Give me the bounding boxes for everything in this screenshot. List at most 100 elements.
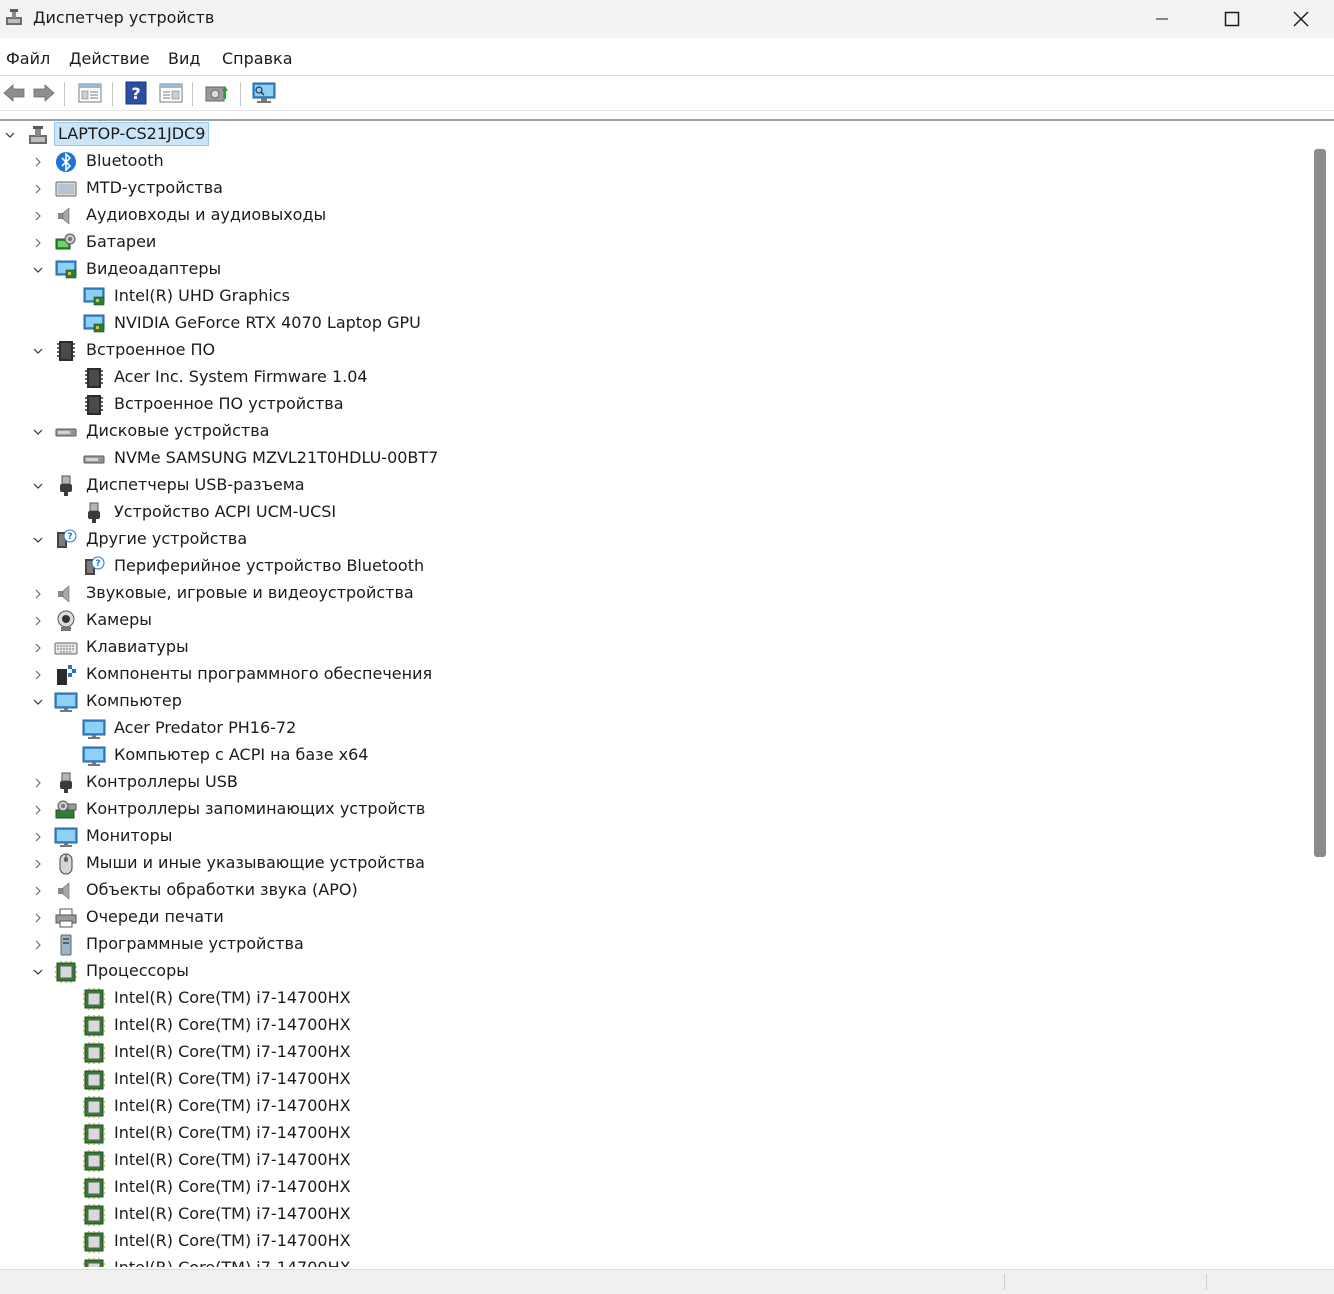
tree-category[interactable]: Камеры — [0, 607, 1300, 634]
help-button[interactable]: ? — [122, 80, 150, 106]
chevron-right-icon[interactable] — [31, 614, 45, 628]
mouse-icon — [59, 853, 73, 875]
help-icon: ? — [125, 81, 147, 105]
tree-category[interactable]: ? Другие устройства — [0, 526, 1300, 553]
chevron-right-icon[interactable] — [31, 236, 45, 250]
tree-category[interactable]: Аудиовходы и аудиовыходы — [0, 202, 1300, 229]
firmware-icon — [85, 395, 103, 415]
tree-device[interactable]: Intel(R) UHD Graphics — [0, 283, 1300, 310]
tree-device[interactable]: ? Периферийное устройство Bluetooth — [0, 553, 1300, 580]
tree-device[interactable]: Intel(R) Core(TM) i7-14700HX — [0, 1228, 1300, 1255]
chevron-right-icon[interactable] — [31, 803, 45, 817]
forward-button[interactable] — [30, 80, 58, 106]
properties-button[interactable] — [76, 80, 104, 106]
tree-category[interactable]: Компьютер — [0, 688, 1300, 715]
tree-category[interactable]: Объекты обработки звука (APO) — [0, 877, 1300, 904]
chevron-right-icon[interactable] — [31, 641, 45, 655]
tree-device[interactable]: Acer Predator PH16-72 — [0, 715, 1300, 742]
tree-device[interactable]: Intel(R) Core(TM) i7-14700HX — [0, 1147, 1300, 1174]
tree-category[interactable]: MTD-устройства — [0, 175, 1300, 202]
tree-item-label: Камеры — [86, 610, 152, 629]
tree-category[interactable]: Программные устройства — [0, 931, 1300, 958]
tree-category[interactable]: Видеоадаптеры — [0, 256, 1300, 283]
tree-item-label: Клавиатуры — [86, 637, 189, 656]
chevron-down-icon[interactable] — [31, 344, 45, 358]
svg-text:?: ? — [67, 532, 72, 542]
tree-device[interactable]: Intel(R) Core(TM) i7-14700HX — [0, 1120, 1300, 1147]
chevron-right-icon[interactable] — [31, 830, 45, 844]
tree-device[interactable]: Intel(R) Core(TM) i7-14700HX — [0, 1012, 1300, 1039]
tree-category[interactable]: Компоненты программного обеспечения — [0, 661, 1300, 688]
chevron-right-icon[interactable] — [31, 209, 45, 223]
tree-device[interactable]: Intel(R) Core(TM) i7-14700HX — [0, 1039, 1300, 1066]
chevron-down-icon[interactable] — [31, 695, 45, 709]
tree-device[interactable]: Компьютер с ACPI на базе x64 — [0, 742, 1300, 769]
chevron-right-icon[interactable] — [31, 938, 45, 952]
tree-category[interactable]: Контроллеры USB — [0, 769, 1300, 796]
maximize-button[interactable] — [1197, 0, 1267, 38]
tree-category[interactable]: Мыши и иные указывающие устройства — [0, 850, 1300, 877]
tree-device[interactable]: Intel(R) Core(TM) i7-14700HX — [0, 1255, 1300, 1267]
view-button[interactable] — [157, 80, 185, 106]
display-adapter-icon — [83, 314, 105, 333]
scrollbar-thumb[interactable] — [1314, 149, 1326, 857]
chevron-right-icon[interactable] — [31, 911, 45, 925]
status-separator — [1206, 1274, 1207, 1290]
menu-view[interactable]: Вид — [168, 49, 200, 68]
tree-category[interactable]: Диспетчеры USB-разъема — [0, 472, 1300, 499]
tree-category[interactable]: Встроенное ПО — [0, 337, 1300, 364]
chevron-right-icon[interactable] — [31, 776, 45, 790]
cpu-icon — [83, 1177, 105, 1199]
menu-file[interactable]: Файл — [6, 49, 50, 68]
tree-item-label: Периферийное устройство Bluetooth — [114, 556, 425, 575]
chevron-right-icon[interactable] — [31, 668, 45, 682]
chevron-down-icon[interactable] — [3, 128, 17, 142]
tree-item-label: Acer Inc. System Firmware 1.04 — [114, 367, 368, 386]
tree-item-label: Очереди печати — [86, 907, 224, 926]
chevron-down-icon[interactable] — [31, 263, 45, 277]
minimize-button[interactable] — [1127, 0, 1197, 38]
chevron-right-icon[interactable] — [31, 884, 45, 898]
tree-category[interactable]: Дисковые устройства — [0, 418, 1300, 445]
tree-category[interactable]: Батареи — [0, 229, 1300, 256]
chevron-right-icon[interactable] — [31, 155, 45, 169]
tree-device[interactable]: Устройство ACPI UCM-UCSI — [0, 499, 1300, 526]
tree-device[interactable]: Acer Inc. System Firmware 1.04 — [0, 364, 1300, 391]
tree-category[interactable]: Контроллеры запоминающих устройств — [0, 796, 1300, 823]
close-button[interactable] — [1267, 0, 1334, 38]
tree-category[interactable]: Мониторы — [0, 823, 1300, 850]
back-button[interactable] — [0, 80, 28, 106]
tree-device[interactable]: Встроенное ПО устройства — [0, 391, 1300, 418]
tree-category[interactable]: Процессоры — [0, 958, 1300, 985]
tree-device[interactable]: NVIDIA GeForce RTX 4070 Laptop GPU — [0, 310, 1300, 337]
scan-hardware-button[interactable] — [250, 80, 278, 106]
properties-icon — [78, 83, 102, 103]
toolbar-separator — [240, 82, 241, 106]
tree-item-label: Программные устройства — [86, 934, 304, 953]
chevron-right-icon[interactable] — [31, 857, 45, 871]
menu-action[interactable]: Действие — [69, 49, 150, 68]
tree-category[interactable]: Очереди печати — [0, 904, 1300, 931]
chevron-down-icon[interactable] — [31, 533, 45, 547]
tree-device[interactable]: NVMe SAMSUNG MZVL21T0HDLU-00BT7 — [0, 445, 1300, 472]
chevron-down-icon[interactable] — [31, 965, 45, 979]
chevron-right-icon[interactable] — [31, 587, 45, 601]
chevron-down-icon[interactable] — [31, 425, 45, 439]
chevron-right-icon[interactable] — [31, 182, 45, 196]
tree-item-label: Intel(R) Core(TM) i7-14700HX — [114, 988, 351, 1007]
menu-help[interactable]: Справка — [222, 49, 293, 68]
tree-device[interactable]: Intel(R) Core(TM) i7-14700HX — [0, 1066, 1300, 1093]
tree-category[interactable]: Bluetooth — [0, 148, 1300, 175]
tree-device[interactable]: Intel(R) Core(TM) i7-14700HX — [0, 1201, 1300, 1228]
tree-device[interactable]: Intel(R) Core(TM) i7-14700HX — [0, 1174, 1300, 1201]
tree-category[interactable]: Клавиатуры — [0, 634, 1300, 661]
vertical-scrollbar[interactable] — [1310, 121, 1334, 1267]
tree-category[interactable]: Звуковые, игровые и видеоустройства — [0, 580, 1300, 607]
update-driver-button[interactable] — [203, 80, 231, 106]
keyboard-icon — [54, 642, 78, 655]
toolbar-separator — [112, 82, 113, 106]
tree-device[interactable]: Intel(R) Core(TM) i7-14700HX — [0, 1093, 1300, 1120]
tree-root[interactable]: LAPTOP-CS21JDC9 — [0, 121, 1300, 148]
chevron-down-icon[interactable] — [31, 479, 45, 493]
tree-device[interactable]: Intel(R) Core(TM) i7-14700HX — [0, 985, 1300, 1012]
